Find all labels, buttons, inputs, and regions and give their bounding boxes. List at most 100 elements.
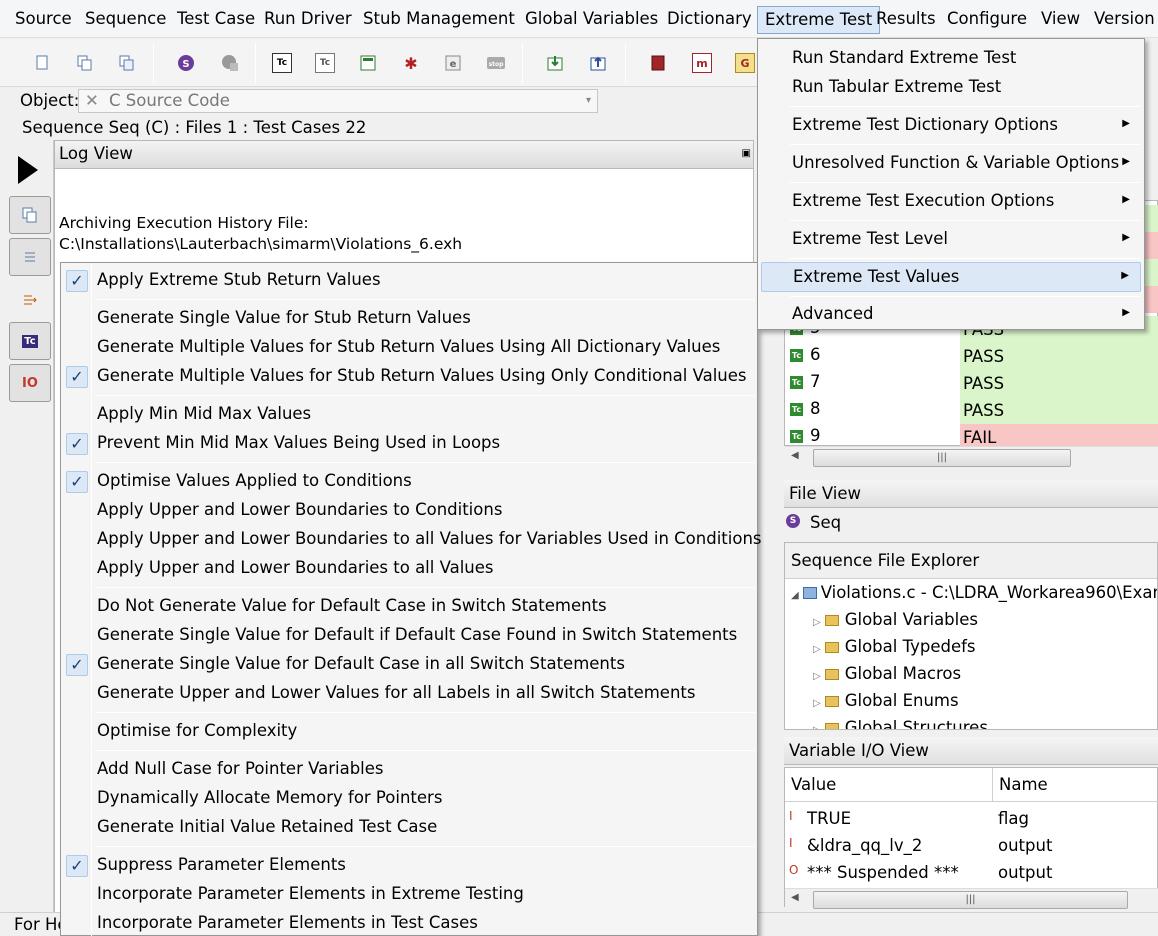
- spreadsheet-icon[interactable]: [358, 53, 378, 73]
- submenu-arrow-icon: ▶: [1122, 194, 1130, 205]
- menu-item-null-case-pointers[interactable]: Add Null Case for Pointer Variables: [61, 756, 757, 784]
- sequence-info: Sequence Seq (C) : Files 1 : Test Cases …: [22, 118, 367, 137]
- document-e-icon[interactable]: e: [443, 53, 463, 73]
- menu-item-label: Generate Initial Value Retained Test Cas…: [97, 817, 438, 836]
- menu-test-case[interactable]: Test Case: [170, 6, 262, 34]
- export-side-icon[interactable]: [9, 281, 51, 319]
- tree-item[interactable]: ▷ Global Macros: [813, 664, 961, 683]
- menu-item-unresolved-options[interactable]: Unresolved Function & Variable Options ▶: [758, 149, 1144, 178]
- menu-item-optimise-values-conditions[interactable]: ✓ Optimise Values Applied to Conditions: [61, 468, 757, 496]
- scroll-left-icon[interactable]: ◀: [791, 450, 799, 461]
- tree-item[interactable]: ▷ Global Typedefs: [813, 637, 976, 656]
- menu-extreme-test[interactable]: Extreme Test: [757, 6, 881, 34]
- menu-item-dictionary-options[interactable]: Extreme Test Dictionary Options ▶: [758, 111, 1144, 140]
- menu-source[interactable]: Source: [8, 6, 79, 34]
- table-row[interactable]: Tc 6 PASS: [788, 343, 1158, 370]
- tree-item[interactable]: ▷ Global Variables: [813, 610, 978, 629]
- menu-item-no-default-case-value[interactable]: Do Not Generate Value for Default Case i…: [61, 593, 757, 621]
- io-side-icon[interactable]: IO: [9, 364, 51, 402]
- bug-icon[interactable]: ✱: [401, 53, 421, 73]
- test-case-side-icon[interactable]: Tc: [9, 322, 51, 360]
- tree-item[interactable]: ▷ Global Enums: [813, 691, 959, 710]
- test-case-icon[interactable]: Tc: [272, 53, 292, 73]
- menu-item-suppress-parameter-elements[interactable]: ✓ Suppress Parameter Elements: [61, 852, 757, 880]
- table-row[interactable]: Tc 8 PASS: [788, 397, 1158, 424]
- menu-item-apply-min-mid-max[interactable]: Apply Min Mid Max Values: [61, 401, 757, 429]
- m-icon[interactable]: m: [692, 53, 712, 73]
- menu-item-apply-extreme-stub-return-values[interactable]: ✓ Apply Extreme Stub Return Values: [61, 267, 757, 295]
- menu-item-generate-multiple-values-all-dictionary[interactable]: Generate Multiple Values for Stub Return…: [61, 334, 757, 362]
- scroll-thumb[interactable]: |||: [813, 449, 1071, 467]
- column-header-value[interactable]: Value: [785, 768, 993, 802]
- table-row[interactable]: Tc 9 FAIL: [788, 424, 1158, 446]
- restore-icon[interactable]: ▣: [742, 141, 751, 167]
- menu-item-boundaries-all-values[interactable]: Apply Upper and Lower Boundaries to all …: [61, 555, 757, 583]
- copy-side-icon[interactable]: [9, 196, 51, 234]
- variable-value: TRUE: [807, 809, 852, 828]
- column-header-name[interactable]: Name: [993, 768, 1158, 802]
- results-scrollbar[interactable]: ◀ |||: [785, 446, 1158, 468]
- menu-item-allocate-memory-pointers[interactable]: Dynamically Allocate Memory for Pointers: [61, 785, 757, 813]
- tree-item[interactable]: ▷ Global Structures: [813, 718, 988, 729]
- book-icon[interactable]: [648, 53, 668, 73]
- stop-icon[interactable]: stop: [486, 53, 506, 73]
- export-icon[interactable]: [588, 53, 608, 73]
- output-icon: O: [789, 863, 799, 877]
- menu-configure[interactable]: Configure: [940, 6, 1034, 34]
- file-view-seq[interactable]: Seq: [810, 513, 841, 532]
- tree-root-label: Violations.c - C:\LDRA_Workarea960\Exam: [820, 583, 1158, 602]
- sequence-icon[interactable]: S: [176, 53, 196, 73]
- extreme-test-values-submenu: ✓ Apply Extreme Stub Return Values Gener…: [60, 262, 762, 936]
- tree-root[interactable]: ◢ Violations.c - C:\LDRA_Workarea960\Exam: [791, 583, 1158, 602]
- object-combo[interactable]: ✕ C Source Code ▾: [78, 89, 598, 113]
- import-icon[interactable]: [545, 53, 565, 73]
- scroll-thumb[interactable]: |||: [813, 891, 1128, 909]
- menu-item-initial-value-test-case[interactable]: Generate Initial Value Retained Test Cas…: [61, 814, 757, 842]
- submenu-arrow-icon: ▶: [1122, 232, 1130, 243]
- sequence-gray-icon[interactable]: [220, 53, 240, 73]
- menu-view[interactable]: View: [1034, 6, 1087, 34]
- table-row[interactable]: Tc 7 PASS: [788, 370, 1158, 397]
- menu-item-single-default-if-found[interactable]: Generate Single Value for Default if Def…: [61, 622, 757, 650]
- menu-item-parameter-elements-extreme[interactable]: Incorporate Parameter Elements in Extrem…: [61, 881, 757, 909]
- menu-item-prevent-min-mid-max-loops[interactable]: ✓ Prevent Min Mid Max Values Being Used …: [61, 430, 757, 458]
- menu-results[interactable]: Results: [869, 6, 943, 34]
- run-icon[interactable]: [18, 156, 38, 184]
- new-icon[interactable]: [32, 53, 52, 73]
- copy-icon[interactable]: [75, 53, 95, 73]
- menu-item-advanced[interactable]: Advanced ▶: [758, 301, 1144, 329]
- menu-sequence[interactable]: Sequence: [78, 6, 173, 34]
- menu-item-optimise-complexity[interactable]: Optimise for Complexity: [61, 718, 757, 746]
- menu-stub-management[interactable]: Stub Management: [356, 6, 522, 34]
- menu-item-generate-single-value-stub[interactable]: Generate Single Value for Stub Return Va…: [61, 305, 757, 333]
- menu-item-boundaries-conditions[interactable]: Apply Upper and Lower Boundaries to Cond…: [61, 497, 757, 525]
- menu-item-parameter-elements-test-cases[interactable]: Incorporate Parameter Elements in Test C…: [61, 910, 757, 936]
- tree-item-label: Global Typedefs: [844, 637, 976, 656]
- menu-run-driver[interactable]: Run Driver: [257, 6, 359, 34]
- scroll-left-icon[interactable]: ◀: [791, 892, 799, 903]
- variable-io-scrollbar[interactable]: ◀ |||: [785, 888, 1158, 910]
- table-row[interactable]: I &ldra_qq_lv_2 output: [785, 833, 1158, 859]
- check-icon: ✓: [66, 270, 88, 292]
- menu-version[interactable]: Version C: [1087, 6, 1158, 34]
- menu-item-extreme-test-level[interactable]: Extreme Test Level ▶: [758, 225, 1144, 254]
- variable-name: flag: [998, 809, 1029, 828]
- menu-item-run-tabular-extreme-test[interactable]: Run Tabular Extreme Test: [758, 74, 1144, 102]
- duplicate-icon[interactable]: [117, 53, 137, 73]
- menu-global-variables[interactable]: Global Variables: [518, 6, 665, 34]
- menu-item-single-default-all-switch[interactable]: ✓ Generate Single Value for Default Case…: [61, 651, 757, 679]
- menu-item-upper-lower-all-labels[interactable]: Generate Upper and Lower Values for all …: [61, 680, 757, 708]
- menu-dictionary[interactable]: Dictionary: [660, 6, 759, 34]
- test-case-number: 6: [810, 345, 821, 364]
- menu-item-execution-options[interactable]: Extreme Test Execution Options ▶: [758, 187, 1144, 216]
- svg-text:S: S: [182, 59, 189, 70]
- g-icon[interactable]: G: [735, 53, 755, 73]
- menu-item-run-standard-extreme-test[interactable]: Run Standard Extreme Test: [758, 45, 1144, 73]
- table-row[interactable]: I TRUE flag: [785, 806, 1158, 832]
- menu-item-extreme-test-values[interactable]: Extreme Test Values ▶: [761, 262, 1141, 292]
- test-case-delete-icon[interactable]: Tc: [315, 53, 335, 73]
- menu-item-generate-multiple-values-conditional[interactable]: ✓ Generate Multiple Values for Stub Retu…: [61, 363, 757, 391]
- menu-item-boundaries-variables-in-conditions[interactable]: Apply Upper and Lower Boundaries to all …: [61, 526, 762, 554]
- list-side-icon[interactable]: [9, 238, 51, 276]
- table-row[interactable]: O *** Suspended *** output: [785, 860, 1158, 886]
